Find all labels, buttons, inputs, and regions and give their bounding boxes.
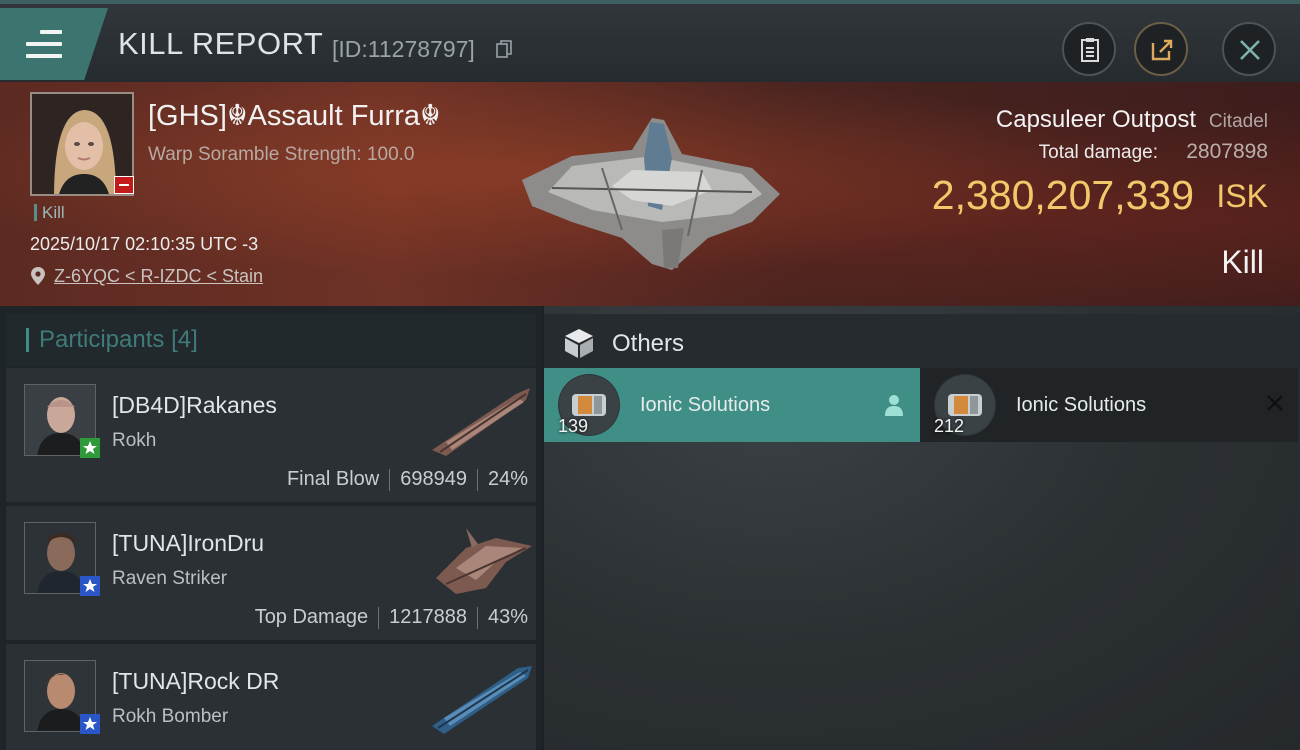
clipboard-button[interactable] [1062,22,1116,76]
participant-name: [DB4D]Rakanes [112,392,277,418]
share-icon [1151,39,1173,61]
close-icon [1240,40,1260,60]
participant-row[interactable]: [TUNA]IronDru Raven Striker Top Damage 12… [6,506,536,640]
structure-type: Citadel [1208,111,1268,132]
share-button[interactable] [1134,22,1188,76]
item-slot[interactable]: 139 Ionic Solutions [544,368,920,442]
participant-percent: 24% [487,468,528,490]
participant-row[interactable]: [TUNA]Rock DR Rokh Bomber [6,644,536,750]
item-name: Ionic Solutions [640,394,771,416]
participant-damage: 698949 [400,468,467,490]
others-header: Others [544,314,1300,370]
report-id: [ID:11278797] [332,36,475,62]
item-slot[interactable]: 212 Ionic Solutions [920,368,1298,442]
participant-percent: 43% [487,606,528,628]
participants-panel: Participants [4] [DB4D]Rakanes Rokh Fina… [0,306,542,750]
others-panel: Others 139 Ionic Solutions 212 Ionic Sol… [544,306,1300,750]
victim-subtitle: Warp Soramble Strength: 100.0 [148,144,415,165]
kill-tag: Kill [34,204,65,221]
location-link[interactable]: Z-6YQC < R-IZDC < Stain [54,266,263,287]
kill-datetime: 2025/10/17 02:10:35 UTC -3 [30,234,259,254]
participant-role: Final Blow [286,468,380,490]
close-x-icon[interactable] [1266,394,1284,412]
copy-icon[interactable] [496,40,512,58]
item-name: Ionic Solutions [1016,394,1147,416]
participant-row[interactable]: [DB4D]Rakanes Rokh Final Blow 698949 24% [6,368,536,502]
star-icon [80,576,100,596]
participant-ship: Rokh [112,430,157,451]
others-title: Others [612,330,685,357]
total-damage-label: Total damage: [1038,142,1158,163]
participants-label: Participants [39,326,165,353]
close-button[interactable] [1222,22,1276,76]
participant-stats: Top Damage 1217888 43% [255,606,528,629]
participants-count: [4] [171,326,198,353]
star-icon [80,438,100,458]
participant-stats: Final Blow 698949 24% [287,468,528,491]
menu-button[interactable] [0,8,108,80]
participants-header[interactable]: Participants [4] [6,314,536,366]
item-quantity: 139 [558,416,589,436]
isk-value: 2,380,207,339 [931,172,1194,218]
ship-image [436,528,532,594]
structure-image [522,118,780,270]
menu-icon [26,30,62,60]
ship-image [432,666,532,734]
total-damage-value: 2807898 [1186,140,1268,163]
participant-damage: 1217888 [389,606,467,628]
structure-name: Capsuleer Outpost [995,106,1196,133]
victim-banner: [GHS]☬Assault Furra☬ Warp Soramble Stren… [0,82,1300,306]
ship-image [432,388,530,456]
participant-ship: Raven Striker [112,568,228,589]
victim-name: [GHS]☬Assault Furra☬ [148,100,441,132]
isk-unit: ISK [1216,178,1268,214]
participant-role: Top Damage [254,606,369,628]
item-quantity: 212 [934,416,965,436]
pilot-icon [885,395,903,416]
star-icon [80,714,100,734]
clipboard-icon [1081,38,1099,62]
kill-result: Kill [1221,244,1264,280]
participant-name: [TUNA]IronDru [112,530,265,556]
participant-ship: Rokh Bomber [112,706,229,727]
participant-name: [TUNA]Rock DR [112,668,280,694]
page-title: KILL REPORT [118,26,324,61]
hostile-badge [114,176,134,194]
header-bar: KILL REPORT [ID:11278797] [0,0,1300,82]
location-pin-icon [31,267,45,285]
cube-icon [565,329,593,358]
